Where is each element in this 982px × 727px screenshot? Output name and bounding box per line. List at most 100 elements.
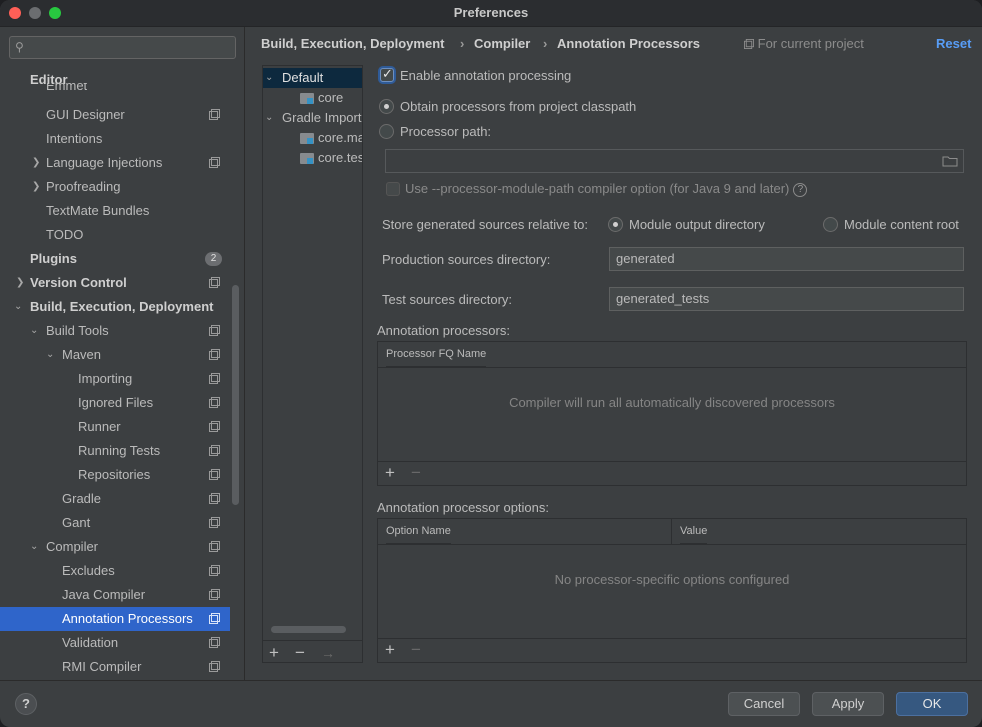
obtain-from-classpath-radio[interactable] bbox=[379, 99, 394, 114]
remove-profile-button[interactable]: − bbox=[295, 643, 305, 662]
processor-module-path-checkbox[interactable] bbox=[386, 182, 400, 196]
sidebar-item-gui-designer[interactable]: GUI Designer bbox=[0, 103, 230, 127]
browse-folder-icon[interactable] bbox=[942, 155, 958, 167]
module-output-directory-radio[interactable] bbox=[608, 217, 623, 232]
chevron-down-icon[interactable]: ⌄ bbox=[14, 295, 22, 319]
chevron-right-icon[interactable]: ❯ bbox=[16, 271, 24, 295]
title-bar: Preferences bbox=[0, 0, 982, 27]
tree-item-core-main[interactable]: core.main bbox=[263, 128, 362, 148]
sidebar-item-label: Plugins bbox=[30, 251, 77, 266]
chevron-right-icon[interactable]: ❯ bbox=[32, 175, 40, 199]
chevron-down-icon[interactable]: ⌄ bbox=[265, 68, 273, 88]
preferences-window: Preferences ⚲ Editor Emmet GUI Designer … bbox=[0, 0, 982, 727]
table-header: Processor FQ Name bbox=[378, 342, 966, 368]
sidebar-item-running-tests[interactable]: Running Tests bbox=[0, 439, 230, 463]
help-button[interactable]: ? bbox=[15, 693, 37, 715]
sidebar-item-label: Excludes bbox=[62, 563, 115, 578]
sidebar-item-label: Gant bbox=[62, 515, 91, 530]
ok-button[interactable]: OK bbox=[896, 692, 968, 716]
enable-annotation-processing-label: Enable annotation processing bbox=[400, 68, 572, 83]
reset-link[interactable]: Reset bbox=[936, 36, 971, 51]
add-processor-button[interactable]: + bbox=[385, 463, 395, 483]
production-sources-input[interactable]: generated bbox=[609, 247, 964, 271]
tree-item-core-test[interactable]: core.test bbox=[263, 148, 362, 168]
sidebar-item-version-control[interactable]: ❯ Version Control bbox=[0, 271, 230, 295]
sidebar-item-label: Build, Execution, Deployment bbox=[30, 299, 214, 314]
sidebar-item-rmi-compiler[interactable]: RMI Compiler bbox=[0, 655, 230, 679]
help-icon[interactable]: ? bbox=[793, 183, 808, 197]
sidebar-item-intentions[interactable]: Intentions bbox=[0, 127, 230, 151]
sidebar-item-build-tools[interactable]: ⌄ Build Tools bbox=[0, 319, 230, 343]
sidebar-item-runner[interactable]: Runner bbox=[0, 415, 230, 439]
sidebar-item-ignored-files[interactable]: Ignored Files bbox=[0, 391, 230, 415]
tree-horizontal-scrollbar[interactable] bbox=[271, 626, 346, 633]
chevron-down-icon[interactable]: ⌄ bbox=[46, 343, 54, 367]
sidebar-item-todo[interactable]: TODO bbox=[0, 223, 230, 247]
move-to-profile-button[interactable]: → bbox=[321, 645, 335, 661]
sidebar-item-importing[interactable]: Importing bbox=[0, 367, 230, 391]
enable-annotation-processing-checkbox[interactable] bbox=[380, 66, 394, 82]
column-divider[interactable] bbox=[671, 519, 672, 544]
sidebar-item-build-execution-deployment[interactable]: ⌄ Build, Execution, Deployment bbox=[0, 295, 230, 319]
add-profile-button[interactable]: + bbox=[269, 643, 279, 662]
sidebar-item-label: Maven bbox=[62, 347, 102, 362]
sidebar-item-plugins[interactable]: Plugins 2 bbox=[0, 247, 230, 271]
project-settings-icon bbox=[209, 517, 220, 528]
breadcrumb-item: Build, Execution, Deployment bbox=[261, 36, 445, 51]
tree-item-gradle-imported[interactable]: ⌄ Gradle Imported bbox=[263, 108, 362, 128]
sidebar-item-excludes[interactable]: Excludes bbox=[0, 559, 230, 583]
project-settings-icon bbox=[209, 613, 220, 624]
project-settings-icon bbox=[209, 589, 220, 600]
column-header-processor-fq-name[interactable]: Processor FQ Name bbox=[386, 342, 487, 367]
processor-path-input[interactable] bbox=[385, 149, 964, 173]
remove-option-button[interactable]: − bbox=[411, 640, 421, 660]
sidebar-item-repositories[interactable]: Repositories bbox=[0, 463, 230, 487]
cancel-button[interactable]: Cancel bbox=[728, 692, 800, 716]
chevron-down-icon[interactable]: ⌄ bbox=[30, 319, 38, 343]
sidebar-item-gant[interactable]: Gant bbox=[0, 511, 230, 535]
chevron-down-icon[interactable]: ⌄ bbox=[265, 108, 273, 128]
sidebar-item-annotation-processors[interactable]: Annotation Processors bbox=[0, 607, 230, 631]
sidebar-item-compiler[interactable]: ⌄ Compiler bbox=[0, 535, 230, 559]
processor-path-radio[interactable] bbox=[379, 124, 394, 139]
annotation-options-table: Option Name Value No processor-specific … bbox=[377, 518, 967, 663]
column-header-value[interactable]: Value bbox=[680, 519, 708, 544]
sidebar-item-language-injections[interactable]: ❯ Language Injections bbox=[0, 151, 230, 175]
project-settings-icon bbox=[744, 37, 754, 52]
sidebar-item-emmet[interactable]: Emmet bbox=[0, 83, 230, 97]
chevron-down-icon[interactable]: ⌄ bbox=[30, 535, 38, 559]
sidebar-item-java-compiler[interactable]: Java Compiler bbox=[0, 583, 230, 607]
sidebar-item-proofreading[interactable]: ❯ Proofreading bbox=[0, 175, 230, 199]
sidebar-item-label: Annotation Processors bbox=[62, 611, 193, 626]
module-folder-icon bbox=[300, 133, 314, 144]
sidebar-item-maven[interactable]: ⌄ Maven bbox=[0, 343, 230, 367]
sidebar-item-label: Language Injections bbox=[46, 155, 163, 170]
settings-search-input[interactable]: ⚲ bbox=[9, 36, 236, 59]
sidebar-item-gradle[interactable]: Gradle bbox=[0, 487, 230, 511]
sidebar-item-label: TODO bbox=[46, 227, 84, 242]
table-header: Option Name Value bbox=[378, 519, 966, 545]
apply-button[interactable]: Apply bbox=[812, 692, 884, 716]
search-icon: ⚲ bbox=[15, 40, 24, 54]
tree-item-core[interactable]: core bbox=[263, 88, 362, 108]
sidebar-item-label: Build Tools bbox=[46, 323, 109, 338]
tree-item-default[interactable]: ⌄ Default bbox=[263, 68, 362, 88]
annotation-options-title: Annotation processor options: bbox=[377, 500, 549, 515]
tree-item-label: core.main bbox=[318, 130, 362, 145]
module-content-root-radio[interactable] bbox=[823, 217, 838, 232]
breadcrumb-separator: › bbox=[460, 36, 465, 51]
test-sources-input[interactable]: generated_tests bbox=[609, 287, 964, 311]
project-settings-icon bbox=[209, 397, 220, 408]
sidebar-item-validation[interactable]: Validation bbox=[0, 631, 230, 655]
sidebar-scrollbar[interactable] bbox=[232, 285, 239, 505]
add-option-button[interactable]: + bbox=[385, 640, 395, 660]
project-settings-icon bbox=[209, 445, 220, 456]
project-settings-icon bbox=[209, 493, 220, 504]
test-sources-label: Test sources directory: bbox=[382, 292, 513, 307]
options-toolbar: + − bbox=[378, 638, 966, 662]
chevron-right-icon[interactable]: ❯ bbox=[32, 151, 40, 175]
column-header-option-name[interactable]: Option Name bbox=[386, 519, 451, 544]
remove-processor-button[interactable]: − bbox=[411, 463, 421, 483]
sidebar-item-label: Emmet bbox=[46, 83, 88, 93]
sidebar-item-textmate-bundles[interactable]: TextMate Bundles bbox=[0, 199, 230, 223]
